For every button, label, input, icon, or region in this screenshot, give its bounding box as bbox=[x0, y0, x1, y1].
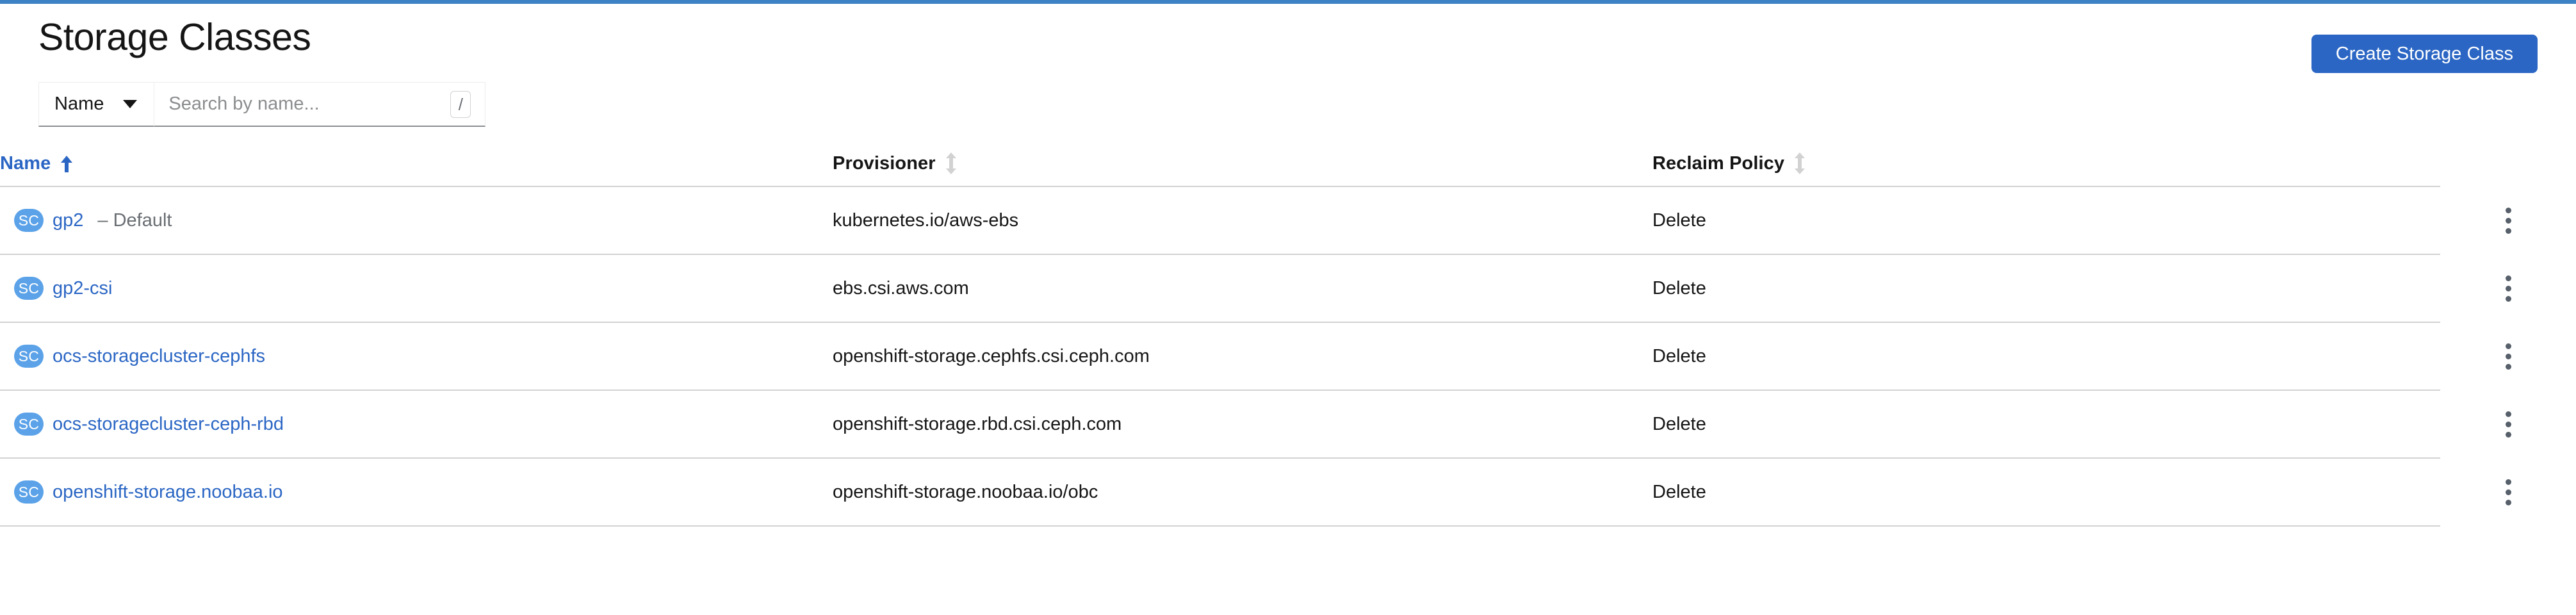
cell-actions bbox=[2440, 254, 2576, 322]
storage-class-badge-icon: SC bbox=[14, 209, 44, 232]
cell-provisioner: kubernetes.io/aws-ebs bbox=[833, 186, 1652, 255]
storage-class-link[interactable]: ocs-storagecluster-cephfs bbox=[53, 346, 265, 367]
storage-classes-table-zone: Name Provisioner Reclaim Policy SC gp2 –… bbox=[0, 152, 2576, 527]
storage-class-badge-icon: SC bbox=[14, 413, 44, 436]
table-row: SC ocs-storagecluster-ceph-rbd openshift-s… bbox=[0, 390, 2576, 459]
kebab-menu-icon[interactable] bbox=[2489, 199, 2527, 242]
cell-name: SC ocs-storagecluster-ceph-rbd bbox=[0, 390, 833, 459]
search-input[interactable] bbox=[168, 94, 451, 115]
storage-classes-table: Name Provisioner Reclaim Policy SC gp2 –… bbox=[0, 152, 2576, 527]
page-header: Storage Classes Create Storage Class bbox=[0, 4, 2576, 73]
cell-actions bbox=[2440, 322, 2576, 390]
storage-class-link[interactable]: gp2-csi bbox=[53, 278, 113, 299]
kebab-menu-icon[interactable] bbox=[2489, 403, 2527, 445]
column-header-name-label: Name bbox=[0, 153, 51, 174]
filter-attribute-label: Name bbox=[54, 94, 104, 114]
cell-provisioner: openshift-storage.noobaa.io/obc bbox=[833, 458, 1652, 527]
table-row: SC openshift-storage.noobaa.io openshift-s… bbox=[0, 458, 2576, 527]
column-header-provisioner[interactable]: Provisioner bbox=[833, 152, 1652, 187]
table-header-row: Name Provisioner Reclaim Policy bbox=[0, 152, 2576, 187]
table-row: SC gp2-csi ebs.csi.aws.com Delete bbox=[0, 254, 2576, 323]
page-title: Storage Classes bbox=[38, 15, 311, 58]
column-header-reclaim-policy[interactable]: Reclaim Policy bbox=[1652, 152, 2440, 187]
storage-class-badge-icon: SC bbox=[14, 345, 44, 368]
column-header-reclaim-policy-label: Reclaim Policy bbox=[1652, 152, 1785, 174]
column-header-provisioner-label: Provisioner bbox=[833, 152, 936, 174]
cell-reclaim-policy: Delete bbox=[1652, 458, 2440, 527]
kebab-menu-icon[interactable] bbox=[2489, 335, 2527, 377]
column-header-actions bbox=[2440, 152, 2576, 186]
create-storage-class-button[interactable]: Create Storage Class bbox=[2311, 35, 2538, 73]
table-body: SC gp2– Default kubernetes.io/aws-ebs Delet… bbox=[0, 186, 2576, 527]
cell-actions bbox=[2440, 390, 2576, 458]
cell-provisioner: openshift-storage.cephfs.csi.ceph.com bbox=[833, 322, 1652, 391]
cell-reclaim-policy: Delete bbox=[1652, 390, 2440, 459]
cell-provisioner: ebs.csi.aws.com bbox=[833, 254, 1652, 323]
search-field-wrapper: / bbox=[154, 82, 486, 127]
filter-group: Name / bbox=[38, 82, 486, 127]
search-shortcut-badge[interactable]: / bbox=[450, 90, 471, 118]
sort-both-icon bbox=[1795, 152, 1806, 174]
sort-asc-icon bbox=[61, 155, 73, 172]
list-toolbar: Name / bbox=[0, 70, 2576, 127]
cell-name: SC gp2 – Default bbox=[0, 186, 833, 255]
default-indicator: – Default bbox=[97, 209, 172, 231]
table-row: SC gp2 – Default kubernetes.io/aws-ebs Delet… bbox=[0, 186, 2576, 255]
cell-actions bbox=[2440, 186, 2576, 254]
cell-actions bbox=[2440, 458, 2576, 526]
cell-name: SC openshift-storage.noobaa.io bbox=[0, 458, 833, 527]
cell-name: SC gp2-csi bbox=[0, 254, 833, 323]
kebab-menu-icon[interactable] bbox=[2489, 471, 2527, 513]
column-header-name[interactable]: Name bbox=[0, 152, 833, 187]
cell-reclaim-policy: Delete bbox=[1652, 322, 2440, 391]
storage-class-link[interactable]: ocs-storagecluster-ceph-rbd bbox=[53, 414, 284, 435]
cell-reclaim-policy: Delete bbox=[1652, 254, 2440, 323]
filter-attribute-dropdown[interactable]: Name bbox=[38, 82, 155, 127]
table-header: Name Provisioner Reclaim Policy bbox=[0, 152, 2576, 187]
table-row: SC ocs-storagecluster-cephfs openshift-sto… bbox=[0, 322, 2576, 391]
storage-class-badge-icon: SC bbox=[14, 480, 44, 504]
storage-class-badge-icon: SC bbox=[14, 277, 44, 300]
cell-reclaim-policy: Delete bbox=[1652, 186, 2440, 255]
sort-both-icon bbox=[945, 152, 956, 174]
chevron-down-icon bbox=[123, 100, 138, 108]
storage-class-link[interactable]: gp2 bbox=[53, 210, 83, 231]
kebab-menu-icon[interactable] bbox=[2489, 267, 2527, 309]
cell-provisioner: openshift-storage.rbd.csi.ceph.com bbox=[833, 390, 1652, 459]
cell-name: SC ocs-storagecluster-cephfs bbox=[0, 322, 833, 391]
storage-class-link[interactable]: openshift-storage.noobaa.io bbox=[53, 482, 283, 503]
